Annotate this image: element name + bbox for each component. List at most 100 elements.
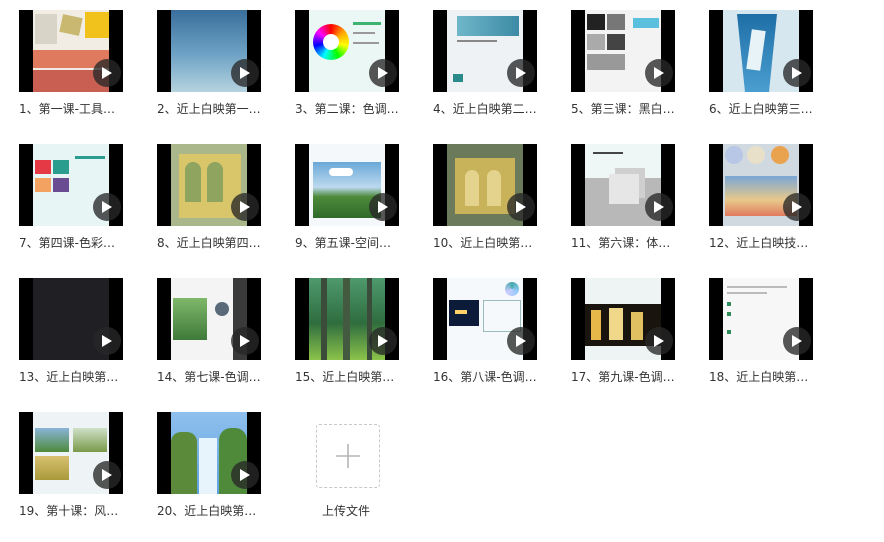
file-name[interactable]: 5、第三课：黑白… bbox=[571, 100, 691, 117]
file-grid: 1、第一课-工具… 2、近上白映第一… 3、第二课：色调… 4、近上白映第二… 5、第三… bbox=[0, 0, 884, 542]
file-tile[interactable]: 2、近上白映第一… bbox=[157, 10, 277, 130]
play-icon bbox=[378, 67, 388, 79]
play-icon bbox=[378, 335, 388, 347]
file-tile[interactable]: 1、第一课-工具… bbox=[19, 10, 139, 130]
file-tile[interactable]: 3、第二课：色调… bbox=[295, 10, 415, 130]
video-thumbnail[interactable] bbox=[571, 144, 675, 226]
play-button[interactable] bbox=[93, 193, 121, 221]
play-button[interactable] bbox=[93, 59, 121, 87]
file-name[interactable]: 14、第七课-色调… bbox=[157, 368, 277, 385]
play-icon bbox=[654, 335, 664, 347]
play-icon bbox=[516, 335, 526, 347]
file-name[interactable]: 19、第十课：风… bbox=[19, 502, 139, 519]
play-button[interactable] bbox=[231, 193, 259, 221]
play-button[interactable] bbox=[231, 461, 259, 489]
file-tile[interactable]: 4、近上白映第二… bbox=[433, 10, 553, 130]
upload-label: 上传文件 bbox=[322, 504, 371, 518]
play-icon bbox=[102, 67, 112, 79]
file-tile[interactable]: 9、第五课-空间… bbox=[295, 144, 415, 264]
play-icon bbox=[516, 67, 526, 79]
play-button[interactable] bbox=[231, 59, 259, 87]
video-thumbnail[interactable] bbox=[19, 144, 123, 226]
file-name[interactable]: 8、近上白映第四… bbox=[157, 234, 277, 251]
file-tile[interactable]: 6、近上白映第三… bbox=[709, 10, 829, 130]
file-name[interactable]: 1、第一课-工具… bbox=[19, 100, 139, 117]
upload-button[interactable] bbox=[316, 424, 380, 488]
play-icon bbox=[654, 201, 664, 213]
video-thumbnail[interactable] bbox=[157, 144, 261, 226]
play-button[interactable] bbox=[93, 461, 121, 489]
file-name[interactable]: 9、第五课-空间… bbox=[295, 234, 415, 251]
play-button[interactable] bbox=[783, 59, 811, 87]
play-button[interactable] bbox=[93, 327, 121, 355]
file-name[interactable]: 12、近上白映技… bbox=[709, 234, 829, 251]
file-tile[interactable]: 13、近上白映第… bbox=[19, 278, 139, 398]
file-name[interactable]: 13、近上白映第… bbox=[19, 368, 139, 385]
file-name[interactable]: 20、近上白映第… bbox=[157, 502, 277, 519]
play-icon bbox=[792, 67, 802, 79]
file-name[interactable]: 16、第八课-色调… bbox=[433, 368, 553, 385]
file-name[interactable]: 11、第六课：体… bbox=[571, 234, 691, 251]
play-button[interactable] bbox=[507, 327, 535, 355]
file-tile[interactable]: 10、近上白映第… bbox=[433, 144, 553, 264]
play-icon bbox=[378, 201, 388, 213]
file-name[interactable]: 17、第九课-色调… bbox=[571, 368, 691, 385]
video-thumbnail[interactable] bbox=[157, 412, 261, 494]
file-name[interactable]: 7、第四课-色彩… bbox=[19, 234, 139, 251]
file-name[interactable]: 2、近上白映第一… bbox=[157, 100, 277, 117]
video-thumbnail[interactable] bbox=[19, 10, 123, 92]
play-button[interactable] bbox=[783, 327, 811, 355]
video-thumbnail[interactable] bbox=[295, 144, 399, 226]
play-button[interactable] bbox=[783, 193, 811, 221]
video-thumbnail[interactable] bbox=[709, 278, 813, 360]
video-thumbnail[interactable] bbox=[571, 278, 675, 360]
play-button[interactable] bbox=[645, 327, 673, 355]
file-tile[interactable]: 7、第四课-色彩… bbox=[19, 144, 139, 264]
play-button[interactable] bbox=[369, 327, 397, 355]
play-button[interactable] bbox=[231, 327, 259, 355]
file-tile[interactable]: 19、第十课：风… bbox=[19, 412, 139, 532]
play-icon bbox=[654, 67, 664, 79]
file-name[interactable]: 18、近上白映第… bbox=[709, 368, 829, 385]
file-tile[interactable]: 20、近上白映第… bbox=[157, 412, 277, 532]
play-button[interactable] bbox=[645, 59, 673, 87]
file-tile[interactable]: 8、近上白映第四… bbox=[157, 144, 277, 264]
play-button[interactable] bbox=[507, 193, 535, 221]
play-button[interactable] bbox=[369, 59, 397, 87]
video-thumbnail[interactable] bbox=[157, 278, 261, 360]
video-thumbnail[interactable] bbox=[19, 412, 123, 494]
video-thumbnail[interactable] bbox=[19, 278, 123, 360]
video-thumbnail[interactable] bbox=[433, 144, 537, 226]
play-button[interactable] bbox=[507, 59, 535, 87]
video-thumbnail[interactable] bbox=[571, 10, 675, 92]
play-button[interactable] bbox=[645, 193, 673, 221]
file-tile[interactable]: 5、第三课：黑白… bbox=[571, 10, 691, 130]
file-tile[interactable]: 14、第七课-色调… bbox=[157, 278, 277, 398]
video-thumbnail[interactable] bbox=[157, 10, 261, 92]
video-thumbnail[interactable] bbox=[709, 144, 813, 226]
play-icon bbox=[516, 201, 526, 213]
file-tile[interactable]: 17、第九课-色调… bbox=[571, 278, 691, 398]
play-icon bbox=[102, 469, 112, 481]
file-tile[interactable]: 11、第六课：体… bbox=[571, 144, 691, 264]
video-thumbnail[interactable] bbox=[433, 10, 537, 92]
play-button[interactable] bbox=[369, 193, 397, 221]
file-tile[interactable]: 12、近上白映技… bbox=[709, 144, 829, 264]
file-tile[interactable]: 16、第八课-色调… bbox=[433, 278, 553, 398]
play-icon bbox=[240, 469, 250, 481]
video-thumbnail[interactable] bbox=[433, 278, 537, 360]
file-name[interactable]: 3、第二课：色调… bbox=[295, 100, 415, 117]
file-name[interactable]: 15、近上白映第… bbox=[295, 368, 415, 385]
video-thumbnail[interactable] bbox=[709, 10, 813, 92]
play-icon bbox=[792, 201, 802, 213]
file-name[interactable]: 10、近上白映第… bbox=[433, 234, 553, 251]
file-name[interactable]: 6、近上白映第三… bbox=[709, 100, 829, 117]
file-name[interactable]: 4、近上白映第二… bbox=[433, 100, 553, 117]
play-icon bbox=[240, 201, 250, 213]
play-icon bbox=[102, 335, 112, 347]
video-thumbnail[interactable] bbox=[295, 278, 399, 360]
video-thumbnail[interactable] bbox=[295, 10, 399, 92]
file-tile[interactable]: 18、近上白映第… bbox=[709, 278, 829, 398]
plus-icon bbox=[336, 444, 360, 468]
file-tile[interactable]: 15、近上白映第… bbox=[295, 278, 415, 398]
